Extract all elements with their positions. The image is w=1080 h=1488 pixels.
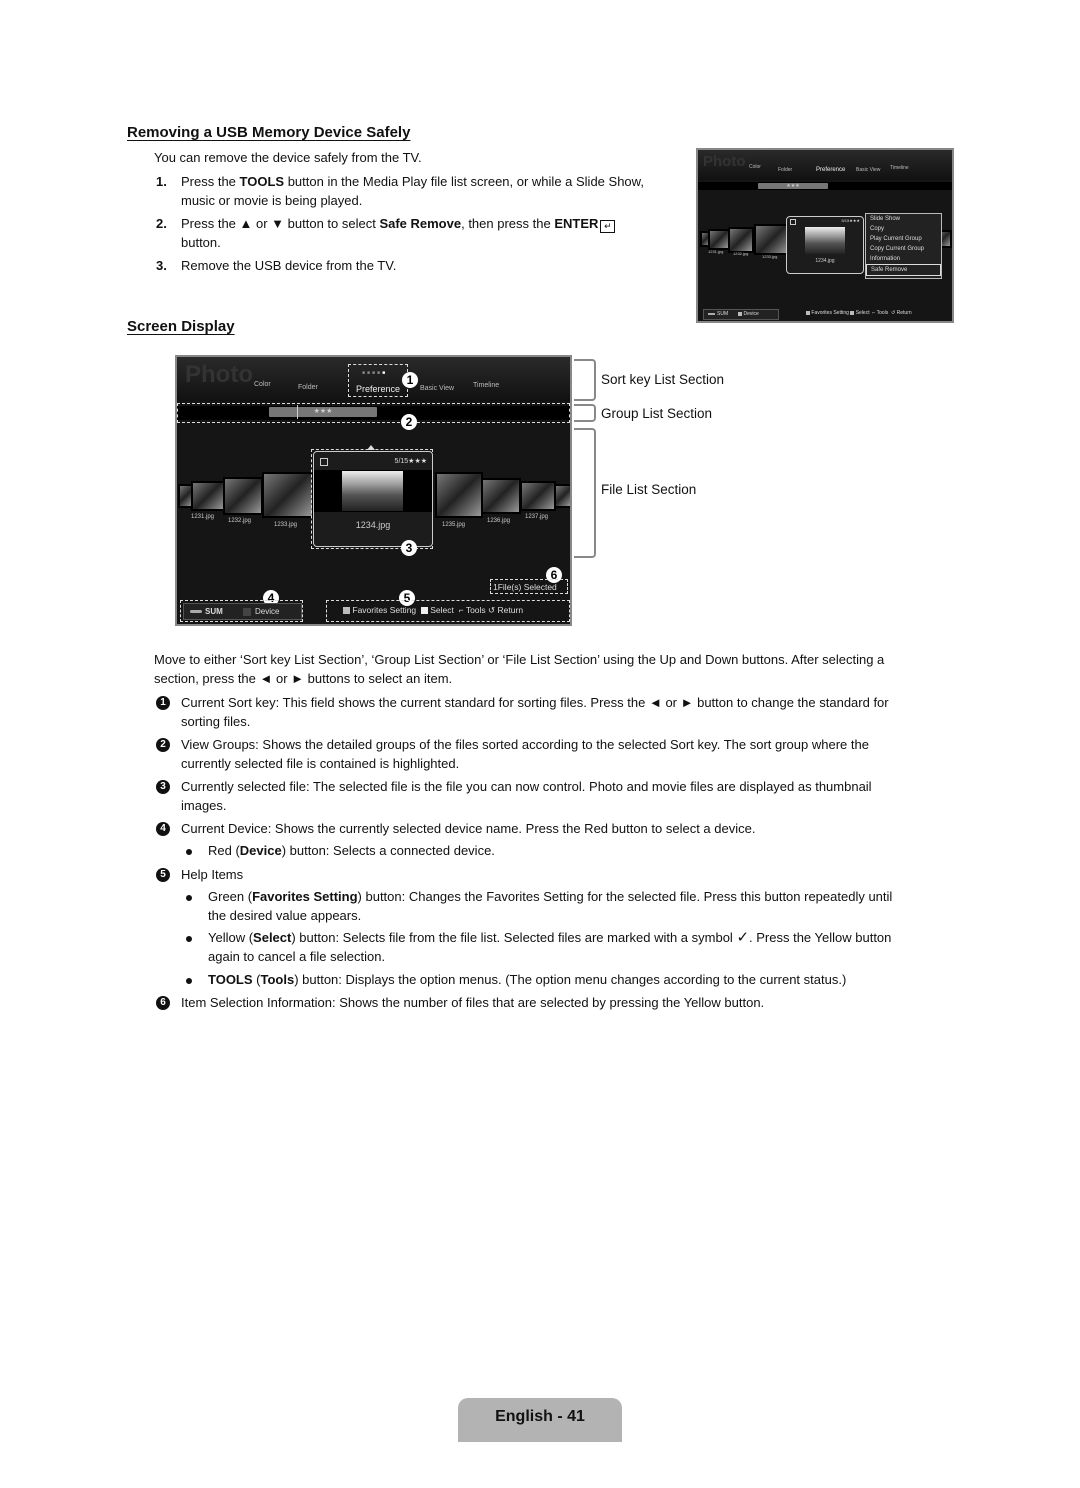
bracket-file-list <box>574 428 596 558</box>
label-group-list-section: Group List Section <box>601 406 713 421</box>
thumbnail-1235[interactable] <box>435 472 483 518</box>
description-item-6: Item Selection Information: Shows the nu… <box>181 995 765 1010</box>
selected-file-thumbnail <box>342 471 403 511</box>
callout-number-6: 6 <box>156 996 170 1010</box>
favorites-setting-button[interactable]: Favorites Setting <box>352 605 416 615</box>
tab-color[interactable]: Color <box>749 164 761 170</box>
bullet-yellow-select: Yellow (Select) button: Selects file fro… <box>208 929 892 964</box>
step-3: 3. Remove the USB device from the TV. <box>156 258 397 273</box>
bullet-tools: TOOLS (Tools) button: Displays the optio… <box>208 972 847 987</box>
menu-item-copy-current-group[interactable]: Copy Current Group <box>866 244 941 254</box>
menu-item-copy[interactable]: Copy <box>866 224 941 234</box>
tab-preference[interactable]: Preference <box>816 167 845 173</box>
description-item-5: Help Items <box>181 867 244 882</box>
select-checkbox[interactable] <box>320 458 328 466</box>
checkmark-icon: ✓ <box>736 929 750 946</box>
tab-timeline[interactable]: Timeline <box>473 382 499 389</box>
bullet-red-device: Red (Device) button: Selects a connected… <box>208 843 495 858</box>
return-icon: ↺ <box>488 605 496 615</box>
description-item-4: Current Device: Shows the currently sele… <box>181 821 756 836</box>
select-button[interactable]: Select <box>430 605 454 615</box>
help-bar: Favorites Setting Select ⌐ Tools ↺ Retur… <box>806 310 912 316</box>
callout-number-2: 2 <box>156 738 170 752</box>
tab-folder[interactable]: Folder <box>298 384 318 391</box>
bracket-sort-key <box>574 359 596 401</box>
label-file-list-section: File List Section <box>601 482 697 497</box>
intro-text: You can remove the device safely from th… <box>154 150 422 165</box>
step-1: 1. Press the TOOLS button in the Media P… <box>156 174 644 208</box>
bullet-green-favorites: Green (Favorites Setting) button: Change… <box>208 889 893 923</box>
thumbnail-1233[interactable] <box>262 472 314 518</box>
return-button[interactable]: Return <box>498 605 524 615</box>
tab-folder[interactable]: Folder <box>778 167 792 173</box>
callout-2: 2 <box>401 414 417 430</box>
yellow-button-icon <box>420 607 428 615</box>
photo-title: Photo <box>185 361 253 388</box>
bullet <box>186 849 192 855</box>
menu-item-play-current-group[interactable]: Play Current Group <box>866 234 941 244</box>
tab-color[interactable]: Color <box>254 381 271 388</box>
selected-file-card[interactable]: 5/15★★★ 1234.jpg <box>786 216 864 274</box>
menu-item-slide-show[interactable]: Slide Show <box>866 214 941 224</box>
selection-info: 1File(s) Selected <box>493 582 557 592</box>
selected-file-card[interactable]: 5/15★★★ 1234.jpg <box>313 451 433 547</box>
photo-title: Photo <box>703 153 746 170</box>
label-sort-key-list-section: Sort key List Section <box>601 372 725 387</box>
device-box[interactable]: SUM Device <box>703 309 779 320</box>
description-intro: Move to either ‘Sort key List Section’, … <box>154 652 885 686</box>
thumbnail-1232[interactable] <box>223 477 263 515</box>
tools-button[interactable]: Tools <box>466 605 486 615</box>
callout-number-3: 3 <box>156 780 170 794</box>
bullet <box>186 978 192 984</box>
thumbnail-1236[interactable] <box>481 478 521 514</box>
description-item-3: Currently selected file: The selected fi… <box>181 779 872 813</box>
callout-3: 3 <box>401 540 417 556</box>
section-title-safe-remove: Removing a USB Memory Device Safely <box>127 124 411 141</box>
callout-1: 1 <box>402 372 418 388</box>
sum-icon <box>190 610 202 614</box>
callout-number-1: 1 <box>156 696 170 710</box>
sort-key-highlight <box>348 364 408 397</box>
up-arrow-icon <box>367 445 375 450</box>
thumbnail-1231[interactable] <box>191 481 225 511</box>
bullet <box>186 936 192 942</box>
green-button-icon <box>343 607 350 615</box>
callout-number-5: 5 <box>156 868 170 882</box>
menu-item-safe-remove[interactable]: Safe Remove <box>866 264 941 276</box>
big-tv-screen: Photo Color Folder Preference Basic View… <box>175 355 572 626</box>
tools-menu: Slide Show Copy Play Current Group Copy … <box>865 213 942 279</box>
menu-item-information[interactable]: Information <box>866 254 941 264</box>
bracket-group-list <box>574 404 596 422</box>
tab-basic-view[interactable]: Basic View <box>420 385 454 392</box>
device-button[interactable]: Device <box>255 607 279 616</box>
tab-basic-view[interactable]: Basic View <box>856 167 880 173</box>
tab-timeline[interactable]: Timeline <box>890 165 909 171</box>
description-item-1: Current Sort key: This field shows the c… <box>181 695 889 729</box>
page-number: English - 41 <box>458 1398 622 1442</box>
red-button-icon <box>243 607 252 616</box>
section-title-screen-display: Screen Display <box>127 318 235 335</box>
group-pill[interactable]: ★★★ <box>758 183 828 189</box>
bullet <box>186 895 192 901</box>
callout-number-4: 4 <box>156 822 170 836</box>
help-bar: Favorites Setting Select ⌐ Tools ↺ Retur… <box>343 605 523 616</box>
thumbnail-1237[interactable] <box>520 481 556 511</box>
description-item-2: View Groups: Shows the detailed groups o… <box>181 737 869 771</box>
small-tv-screen: Photo Color Folder Preference Basic View… <box>696 148 954 323</box>
group-pill[interactable]: ★★★ <box>269 407 377 417</box>
enter-icon: ↵ <box>600 220 616 233</box>
device-box[interactable]: SUM Device <box>183 603 302 620</box>
tools-icon: ⌐ <box>458 605 464 615</box>
step-2: 2. Press the ▲ or ▼ button to select Saf… <box>156 215 686 252</box>
